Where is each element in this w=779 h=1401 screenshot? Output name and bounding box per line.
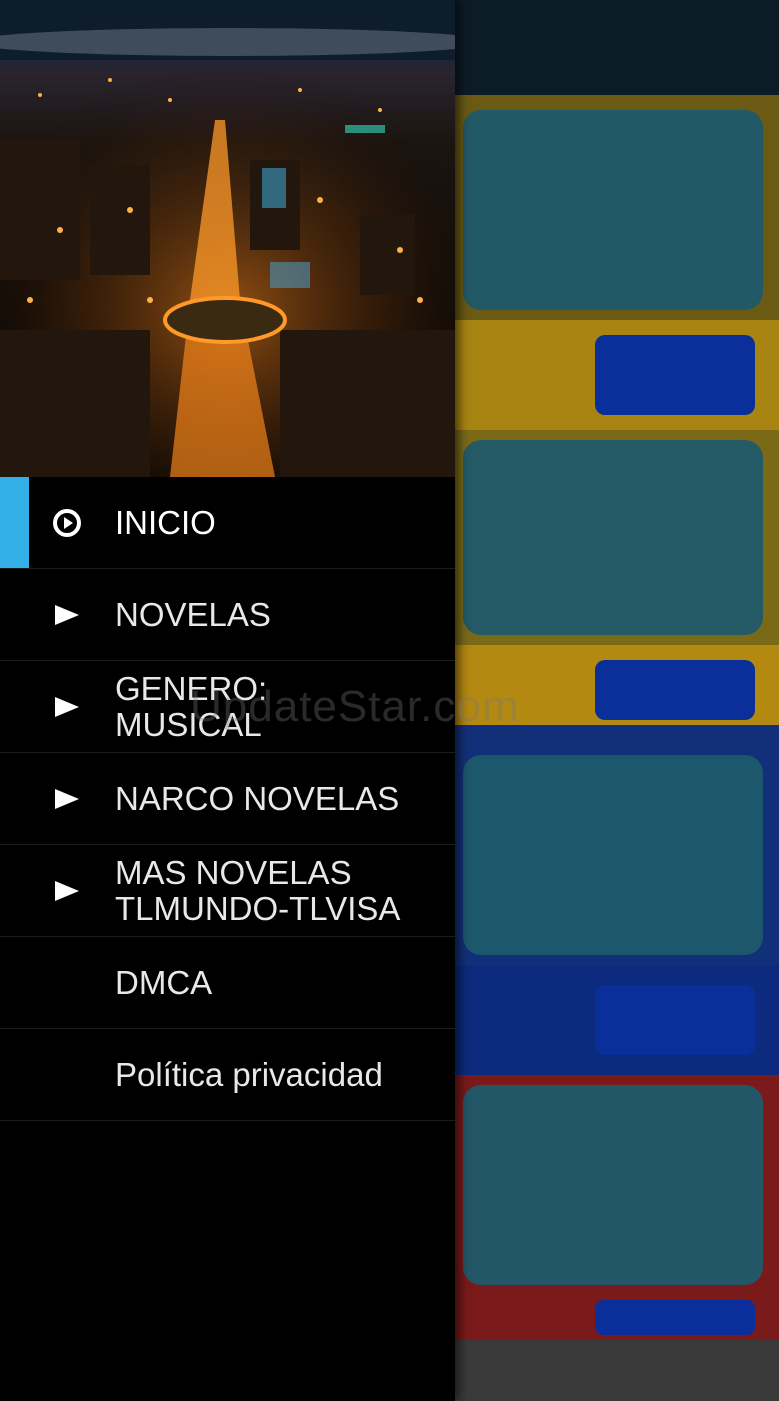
menu-item-novelas[interactable]: NOVELAS: [0, 569, 455, 661]
menu-label-mas-novelas: MAS NOVELAS TLMUNDO-TLVISA: [115, 853, 401, 927]
drawer-menu: INICIO NOVELAS GENERO: MUSICAL NARCO NOV…: [0, 477, 455, 1121]
play-arrow-icon: [52, 600, 82, 630]
menu-label-genero-musical: GENERO: MUSICAL: [115, 669, 268, 743]
play-arrow-icon: [52, 692, 82, 722]
navigation-drawer: INICIO NOVELAS GENERO: MUSICAL NARCO NOV…: [0, 0, 455, 1401]
menu-label-novelas: NOVELAS: [115, 595, 271, 633]
menu-label-inicio: INICIO: [115, 503, 216, 541]
menu-item-inicio[interactable]: INICIO: [0, 477, 455, 569]
menu-label-narco-novelas: NARCO NOVELAS: [115, 779, 400, 817]
menu-item-narco-novelas[interactable]: NARCO NOVELAS: [0, 753, 455, 845]
menu-item-genero-musical[interactable]: GENERO: MUSICAL: [0, 661, 455, 753]
drawer-header-image: [0, 0, 455, 477]
play-circle-icon: [52, 508, 82, 538]
menu-item-mas-novelas[interactable]: MAS NOVELAS TLMUNDO-TLVISA: [0, 845, 455, 937]
play-arrow-icon: [52, 784, 82, 814]
menu-label-politica-privacidad: Política privacidad: [115, 1055, 383, 1093]
menu-label-dmca: DMCA: [115, 963, 213, 1001]
menu-item-politica-privacidad[interactable]: Política privacidad: [0, 1029, 455, 1121]
menu-item-dmca[interactable]: DMCA: [0, 937, 455, 1029]
background-app-content: [455, 0, 779, 1401]
play-arrow-icon: [52, 876, 82, 906]
city-night-photo: [0, 0, 455, 477]
active-indicator: [0, 477, 29, 568]
